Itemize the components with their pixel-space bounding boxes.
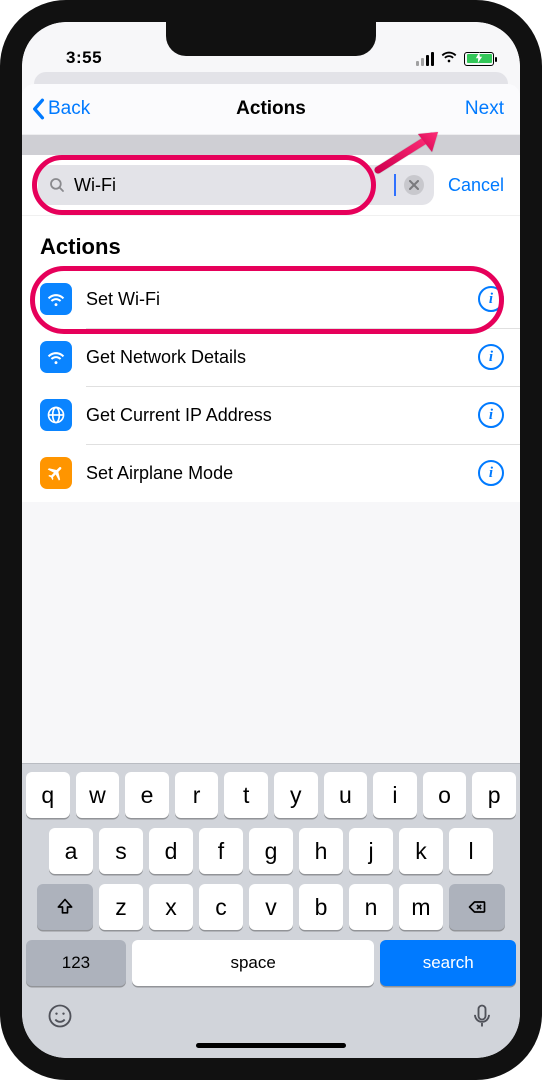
info-button[interactable]: i bbox=[478, 460, 504, 486]
section-header: Actions bbox=[22, 216, 520, 270]
info-button[interactable]: i bbox=[478, 344, 504, 370]
key-k[interactable]: k bbox=[399, 828, 443, 874]
wifi-icon bbox=[40, 283, 72, 315]
home-indicator[interactable] bbox=[196, 1043, 346, 1048]
info-button[interactable]: i bbox=[478, 402, 504, 428]
key-r[interactable]: r bbox=[175, 772, 219, 818]
back-button[interactable]: Back bbox=[30, 98, 90, 120]
wifi-icon bbox=[40, 341, 72, 373]
key-m[interactable]: m bbox=[399, 884, 443, 930]
card-stack-background bbox=[34, 72, 508, 84]
cancel-label: Cancel bbox=[448, 175, 504, 195]
action-label: Set Airplane Mode bbox=[86, 463, 464, 484]
battery-icon bbox=[464, 52, 494, 66]
page-title: Actions bbox=[22, 98, 520, 120]
cellular-signal-icon bbox=[416, 52, 434, 66]
action-label: Get Network Details bbox=[86, 347, 464, 368]
key-o[interactable]: o bbox=[423, 772, 467, 818]
keyboard: q w e r t y u i o p a s d f g h j k l bbox=[22, 763, 520, 1058]
action-label: Set Wi-Fi bbox=[86, 289, 464, 310]
action-row-set-airplane-mode[interactable]: Set Airplane Mode i bbox=[22, 444, 520, 502]
navigation-bar: Back Actions Next bbox=[22, 84, 520, 135]
search-input-text: Wi-Fi bbox=[74, 175, 386, 196]
wifi-icon bbox=[440, 49, 458, 68]
search-key[interactable]: search bbox=[380, 940, 516, 986]
navbar-shadow bbox=[22, 135, 520, 155]
action-row-get-current-ip[interactable]: Get Current IP Address i bbox=[22, 386, 520, 444]
keyboard-row-1: q w e r t y u i o p bbox=[26, 772, 516, 818]
key-e[interactable]: e bbox=[125, 772, 169, 818]
airplane-icon bbox=[40, 457, 72, 489]
key-s[interactable]: s bbox=[99, 828, 143, 874]
key-l[interactable]: l bbox=[449, 828, 493, 874]
key-u[interactable]: u bbox=[324, 772, 368, 818]
keyboard-row-2: a s d f g h j k l bbox=[26, 828, 516, 874]
key-f[interactable]: f bbox=[199, 828, 243, 874]
screen: 3:55 Back Actions bbox=[22, 22, 520, 1058]
keyboard-bottom-row bbox=[26, 996, 516, 1037]
key-j[interactable]: j bbox=[349, 828, 393, 874]
next-button[interactable]: Next bbox=[465, 98, 504, 120]
status-time: 3:55 bbox=[66, 48, 102, 68]
key-w[interactable]: w bbox=[76, 772, 120, 818]
notch bbox=[166, 22, 376, 56]
key-y[interactable]: y bbox=[274, 772, 318, 818]
next-label: Next bbox=[465, 98, 504, 120]
key-z[interactable]: z bbox=[99, 884, 143, 930]
phone-frame: 3:55 Back Actions bbox=[0, 0, 542, 1080]
key-c[interactable]: c bbox=[199, 884, 243, 930]
action-row-set-wifi[interactable]: Set Wi-Fi i bbox=[22, 270, 520, 328]
key-g[interactable]: g bbox=[249, 828, 293, 874]
action-label: Get Current IP Address bbox=[86, 405, 464, 426]
key-b[interactable]: b bbox=[299, 884, 343, 930]
globe-icon bbox=[40, 399, 72, 431]
annotation-arrow-icon bbox=[374, 128, 444, 179]
key-p[interactable]: p bbox=[472, 772, 516, 818]
action-row-get-network-details[interactable]: Get Network Details i bbox=[22, 328, 520, 386]
key-d[interactable]: d bbox=[149, 828, 193, 874]
key-t[interactable]: t bbox=[224, 772, 268, 818]
keyboard-row-4: 123 space search bbox=[26, 940, 516, 986]
backspace-key[interactable] bbox=[449, 884, 505, 930]
key-x[interactable]: x bbox=[149, 884, 193, 930]
numbers-key[interactable]: 123 bbox=[26, 940, 126, 986]
key-v[interactable]: v bbox=[249, 884, 293, 930]
keyboard-row-3: z x c v b n m bbox=[26, 884, 516, 930]
cancel-button[interactable]: Cancel bbox=[444, 175, 520, 196]
key-a[interactable]: a bbox=[49, 828, 93, 874]
shift-key[interactable] bbox=[37, 884, 93, 930]
search-bar: Wi-Fi Cancel bbox=[22, 155, 520, 216]
key-n[interactable]: n bbox=[349, 884, 393, 930]
dictation-key[interactable] bbox=[468, 1002, 496, 1035]
emoji-key[interactable] bbox=[46, 1002, 74, 1035]
info-button[interactable]: i bbox=[478, 286, 504, 312]
space-key[interactable]: space bbox=[132, 940, 375, 986]
key-i[interactable]: i bbox=[373, 772, 417, 818]
actions-list: Set Wi-Fi i Get Network Details i Get Cu… bbox=[22, 270, 520, 502]
search-icon bbox=[48, 176, 66, 194]
key-q[interactable]: q bbox=[26, 772, 70, 818]
key-h[interactable]: h bbox=[299, 828, 343, 874]
back-label: Back bbox=[48, 98, 90, 120]
